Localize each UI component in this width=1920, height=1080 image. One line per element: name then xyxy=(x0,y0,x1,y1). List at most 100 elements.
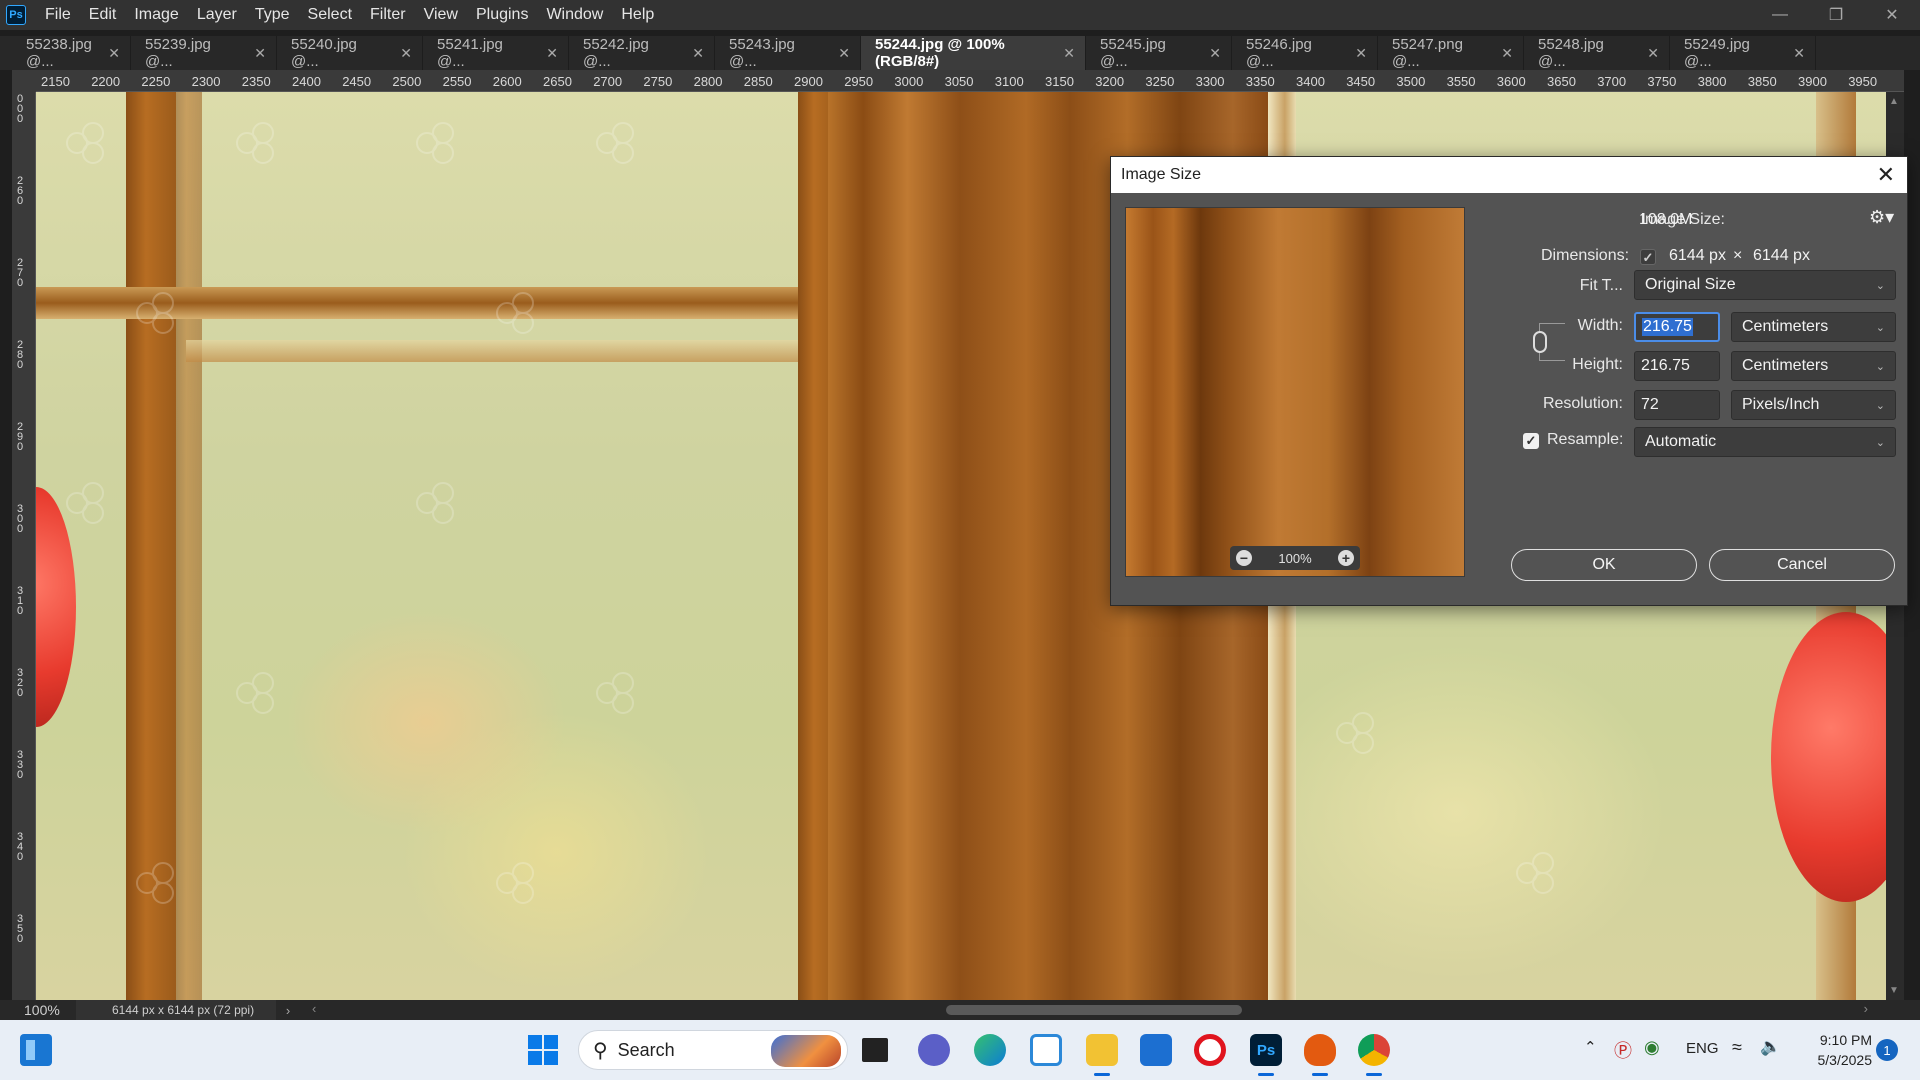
ruler-tick-label: 3750 xyxy=(1647,74,1677,89)
menu-select[interactable]: Select xyxy=(299,0,361,30)
tab-close-icon[interactable]: ✕ xyxy=(838,45,850,62)
tab-close-icon[interactable]: ✕ xyxy=(1355,45,1367,62)
microsoft-store-icon[interactable] xyxy=(1140,1034,1172,1066)
resolution-unit-select[interactable]: Pixels/Inch ⌄ xyxy=(1731,390,1896,420)
dimensions-label: Dimensions: xyxy=(1541,247,1630,264)
settings-gear-icon[interactable]: ⚙▾ xyxy=(1869,207,1894,228)
tab-close-icon[interactable]: ✕ xyxy=(1793,45,1805,62)
wifi-icon[interactable]: ≈ xyxy=(1732,1037,1742,1058)
image-size-value: 108.0M xyxy=(1639,211,1693,228)
tab-close-icon[interactable]: ✕ xyxy=(254,45,266,62)
zoom-in-icon[interactable]: + xyxy=(1338,550,1354,566)
menu-image[interactable]: Image xyxy=(125,0,187,30)
dialog-title-bar[interactable]: Image Size ✕ xyxy=(1111,157,1907,193)
status-zoom-level[interactable]: 100% xyxy=(0,1002,76,1018)
tab-close-icon[interactable]: ✕ xyxy=(1647,45,1659,62)
photos-gallery-icon[interactable] xyxy=(1030,1034,1062,1066)
start-button-icon[interactable] xyxy=(528,1035,558,1065)
menu-window[interactable]: Window xyxy=(537,0,612,30)
ruler-tick-label: 3150 xyxy=(1045,74,1074,89)
tab-close-icon[interactable]: ✕ xyxy=(1209,45,1221,62)
close-icon[interactable]: ✕ xyxy=(1864,0,1920,30)
width-unit-select[interactable]: Centimeters ⌄ xyxy=(1731,312,1896,342)
tab-55249[interactable]: 55249.jpg @... ✕ xyxy=(1670,36,1816,70)
tab-55243[interactable]: 55243.jpg @... ✕ xyxy=(715,36,861,70)
menu-plugins[interactable]: Plugins xyxy=(467,0,537,30)
menu-filter[interactable]: Filter xyxy=(361,0,415,30)
horizontal-scrollbar[interactable]: ‹ › xyxy=(310,1001,1870,1017)
opera-icon[interactable] xyxy=(1194,1034,1226,1066)
chrome-icon[interactable] xyxy=(1358,1034,1390,1076)
tab-55240[interactable]: 55240.jpg @... ✕ xyxy=(277,36,423,70)
menu-layer[interactable]: Layer xyxy=(188,0,246,30)
height-input[interactable]: 216.75 xyxy=(1634,351,1720,381)
ruler-corner[interactable] xyxy=(12,70,36,92)
tab-55238[interactable]: 55238.jpg @... ✕ xyxy=(12,36,131,70)
tab-55247[interactable]: 55247.png @... ✕ xyxy=(1378,36,1524,70)
dialog-close-icon[interactable]: ✕ xyxy=(1877,162,1895,188)
notification-badge[interactable]: 1 xyxy=(1876,1039,1898,1061)
ruler-tick-label: 000 xyxy=(16,93,24,125)
horizontal-scroll-thumb[interactable] xyxy=(946,1005,1242,1015)
file-explorer-icon[interactable] xyxy=(1086,1034,1118,1076)
tab-close-icon[interactable]: ✕ xyxy=(546,45,558,62)
scroll-down-icon[interactable]: ▼ xyxy=(1889,985,1899,996)
dimensions-dropdown-icon[interactable]: ✓ xyxy=(1640,249,1656,265)
cancel-button[interactable]: Cancel xyxy=(1709,549,1895,581)
resample-checkbox[interactable]: ✓ xyxy=(1523,433,1539,449)
tab-55245[interactable]: 55245.jpg @... ✕ xyxy=(1086,36,1232,70)
height-unit-select[interactable]: Centimeters ⌄ xyxy=(1731,351,1896,381)
resolution-input[interactable]: 72 xyxy=(1634,390,1720,420)
tab-55241[interactable]: 55241.jpg @... ✕ xyxy=(423,36,569,70)
tab-close-icon[interactable]: ✕ xyxy=(108,45,120,62)
menu-view[interactable]: View xyxy=(415,0,467,30)
taskbar-search[interactable]: ⚲ Search xyxy=(578,1030,848,1070)
fit-to-select[interactable]: Original Size ⌄ xyxy=(1634,270,1896,300)
width-input[interactable]: 216.75 xyxy=(1634,312,1720,342)
image-preview[interactable] xyxy=(1125,207,1465,577)
ruler-tick-label: 3550 xyxy=(1446,74,1476,89)
ok-button[interactable]: OK xyxy=(1511,549,1697,581)
tab-55244-active[interactable]: 55244.jpg @ 100% (RGB/8#) ✕ xyxy=(861,36,1086,70)
volume-muted-icon[interactable]: 🔈 xyxy=(1760,1037,1781,1057)
watermark-logo xyxy=(66,122,136,172)
tray-overflow-chevron-icon[interactable]: ⌃ xyxy=(1584,1038,1597,1056)
tab-close-icon[interactable]: ✕ xyxy=(1063,45,1075,62)
menu-help[interactable]: Help xyxy=(612,0,663,30)
tab-close-icon[interactable]: ✕ xyxy=(1501,45,1513,62)
tab-55239[interactable]: 55239.jpg @... ✕ xyxy=(131,36,277,70)
zoom-out-icon[interactable]: − xyxy=(1236,550,1252,566)
status-document-info[interactable]: 6144 px x 6144 px (72 ppi) xyxy=(76,1000,276,1020)
tray-app-icon[interactable]: Ⓟ xyxy=(1614,1037,1632,1063)
horizontal-ruler[interactable]: 2150 2200 2250 2300 2350 2400 2450 2500 2550 2600… xyxy=(36,70,1904,92)
vertical-ruler[interactable]: 000 260 270 280 290 300 310 320 330 340 350 xyxy=(12,92,36,1000)
resolution-unit-value: Pixels/Inch xyxy=(1742,396,1820,413)
language-indicator[interactable]: ENG xyxy=(1686,1040,1719,1057)
tab-close-icon[interactable]: ✕ xyxy=(400,45,412,62)
g-app-icon[interactable] xyxy=(1304,1034,1336,1076)
constrain-proportions-link-icon[interactable] xyxy=(1533,331,1547,353)
menu-edit[interactable]: Edit xyxy=(80,0,126,30)
photoshop-icon[interactable]: Ps xyxy=(1250,1034,1282,1076)
minimize-icon[interactable]: — xyxy=(1752,0,1808,30)
edge-icon[interactable] xyxy=(974,1034,1006,1066)
taskbar-clock[interactable]: 9:10 PM 5/3/2025 xyxy=(1796,1030,1873,1070)
tab-55246[interactable]: 55246.jpg @... ✕ xyxy=(1232,36,1378,70)
task-view-icon[interactable] xyxy=(862,1038,888,1062)
tray-network-globe-icon[interactable]: ◉ xyxy=(1644,1037,1660,1058)
widgets-icon[interactable] xyxy=(20,1034,52,1066)
tab-label: 55244.jpg @ 100% (RGB/8#) xyxy=(875,36,1005,70)
scroll-left-icon[interactable]: ‹ xyxy=(312,1001,316,1016)
menu-file[interactable]: File xyxy=(36,0,80,30)
status-expand-icon[interactable]: › xyxy=(276,1003,300,1018)
tab-close-icon[interactable]: ✕ xyxy=(692,45,704,62)
tab-55248[interactable]: 55248.jpg @... ✕ xyxy=(1524,36,1670,70)
scroll-right-icon[interactable]: › xyxy=(1864,1001,1868,1016)
resample-method-select[interactable]: Automatic ⌄ xyxy=(1634,427,1896,457)
scroll-up-icon[interactable]: ▲ xyxy=(1889,96,1899,107)
chevron-down-icon: ⌄ xyxy=(1875,436,1885,449)
menu-type[interactable]: Type xyxy=(246,0,299,30)
tab-55242[interactable]: 55242.jpg @... ✕ xyxy=(569,36,715,70)
chat-icon[interactable] xyxy=(918,1034,950,1066)
restore-icon[interactable]: ❐ xyxy=(1808,0,1864,30)
